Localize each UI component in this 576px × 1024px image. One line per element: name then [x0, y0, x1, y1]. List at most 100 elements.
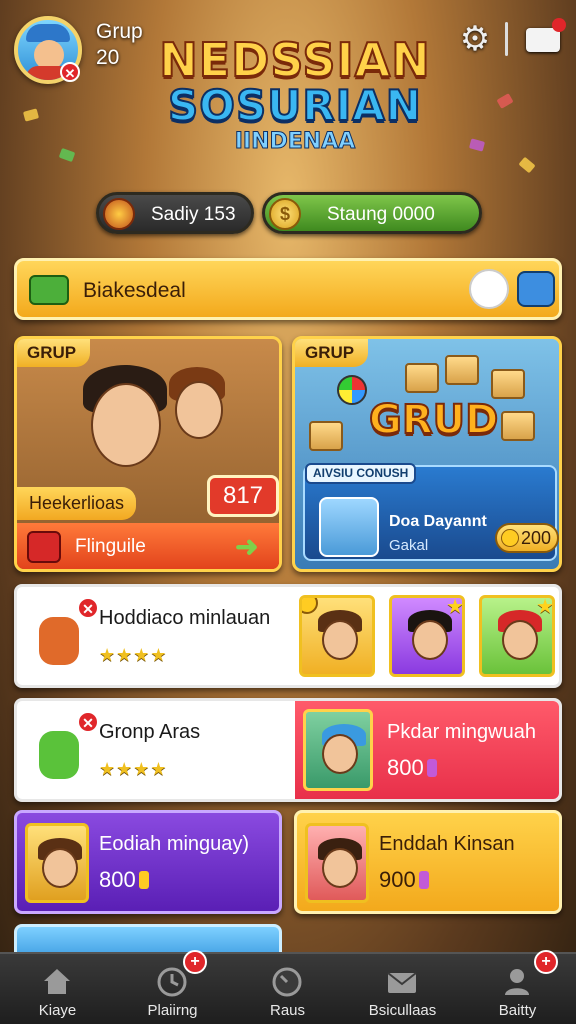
- tile: [405, 363, 439, 393]
- timer-icon: [272, 967, 302, 997]
- coin-counter: 200: [495, 523, 559, 553]
- currency-pill-left[interactable]: Sadiy 153: [96, 192, 254, 234]
- group-number: 20: [96, 46, 120, 69]
- confetti: [22, 108, 40, 122]
- nav-item-profile[interactable]: + Baitty: [460, 950, 575, 1024]
- coin-value: 200: [520, 528, 551, 548]
- portrait-face: [322, 848, 358, 888]
- nav-label: Raus: [269, 1002, 306, 1019]
- deal-banner[interactable]: Biakesdeal: [14, 258, 562, 320]
- bottom-card-purple[interactable]: Eodiah minguay) 800: [14, 810, 282, 914]
- character-portrait[interactable]: ★: [389, 595, 465, 677]
- card-title: Enddah Kinsan: [379, 833, 515, 855]
- potion-icon: [138, 871, 149, 889]
- nav-label: Baitty: [498, 1002, 537, 1019]
- card-footer[interactable]: Flinguile ➜: [17, 523, 279, 569]
- feature-card-heroes[interactable]: GRUP Heekerlioas 817 Flinguile ➜: [14, 336, 282, 572]
- logo-line-3: IINDENAA: [234, 129, 356, 155]
- tile: [491, 369, 525, 399]
- bottom-card-yellow[interactable]: Enddah Kinsan 900: [294, 810, 562, 914]
- row-title: Hoddiaco minlauan: [99, 607, 271, 629]
- player-name: Doa Dayannt: [389, 513, 487, 530]
- nav-label: Bsicullaas: [368, 1002, 437, 1019]
- character-portrait[interactable]: ★: [479, 595, 555, 677]
- list-item[interactable]: ✕ Hoddiaco minlauan ★★★★ ★ ★: [14, 584, 562, 688]
- star-icon: ★: [446, 596, 464, 618]
- card-title: Eodiah minguay): [99, 833, 250, 855]
- clock-icon: [157, 967, 187, 997]
- card-footer-text: Flinguile: [75, 536, 146, 557]
- character-portrait: [305, 823, 369, 903]
- card-label: Heekerlioas: [17, 487, 137, 520]
- arrow-right-icon[interactable]: ➜: [235, 533, 258, 561]
- tile: [501, 411, 535, 441]
- feature-card-grud[interactable]: GRUP GRUD AIVSIU CONUSH Doa Dayannt Gaka…: [292, 336, 562, 572]
- nav-item-raus[interactable]: Raus: [230, 954, 345, 1024]
- logo-line-1: NEDSSIAN: [158, 33, 431, 87]
- hero-face: [91, 383, 161, 467]
- mascot-body: [39, 731, 79, 779]
- star-rating: ★★★★: [99, 645, 168, 665]
- tile: [445, 355, 479, 385]
- currency-right-text: Staung 0000: [327, 204, 435, 225]
- group-label: Grup: [96, 20, 143, 43]
- character-portrait: [303, 709, 373, 791]
- card-value: 900: [379, 867, 416, 892]
- portrait-face: [322, 734, 358, 774]
- globe-coin-icon: [103, 198, 135, 230]
- tile: [309, 421, 343, 451]
- info-badge: AIVSIU CONUSH: [305, 463, 417, 484]
- character-portrait[interactable]: [299, 595, 375, 677]
- currency-left-text: Sadiy 153: [151, 204, 236, 225]
- game-logo: NEDSSIAN SOSURIAN IINDENAA: [150, 33, 440, 156]
- player-subtitle: Gakal: [389, 537, 429, 554]
- card-value: 800: [99, 867, 136, 892]
- player-portrait: [319, 497, 379, 557]
- gear-icon[interactable]: ⚙: [458, 22, 492, 56]
- card-count: 817: [207, 475, 279, 517]
- mascot-body: [39, 617, 79, 665]
- plus-badge-icon: +: [183, 950, 207, 974]
- portrait-face: [42, 848, 78, 888]
- mascot-icon: [469, 269, 509, 309]
- card-value-wrap: 900: [379, 867, 429, 893]
- gold-coin-icon: $: [269, 198, 301, 230]
- card-tag: GRUP: [295, 339, 369, 367]
- currency-pill-right[interactable]: $ Staung 0000: [262, 192, 482, 234]
- offer-value: 800: [387, 755, 437, 781]
- grud-title: GRUD: [368, 396, 499, 444]
- ball-icon: [337, 375, 367, 405]
- close-badge-icon[interactable]: ✕: [77, 597, 99, 619]
- mail-icon: [387, 972, 417, 993]
- offer-value-number: 800: [387, 755, 424, 780]
- confetti: [58, 147, 76, 163]
- portrait-face: [502, 620, 538, 660]
- goblin-mascot-icon: ✕: [27, 711, 99, 787]
- offer-panel[interactable]: Pkdar mingwuah 800: [295, 701, 559, 799]
- coin-icon: [302, 598, 318, 614]
- star-icon: ★: [536, 596, 554, 618]
- nav-label: Plaiirng: [147, 1002, 198, 1019]
- nav-item-messages[interactable]: Bsicullaas: [345, 954, 460, 1024]
- potion-icon: [426, 759, 437, 777]
- nav-item-playing[interactable]: + Plaiirng: [115, 950, 230, 1024]
- star-rating: ★★★★: [99, 759, 168, 779]
- inbox-icon[interactable]: [526, 28, 560, 52]
- profile-icon: [505, 969, 529, 995]
- character-portrait: [25, 823, 89, 903]
- logo-line-2: SOSURIAN: [167, 81, 422, 130]
- confetti: [518, 156, 536, 174]
- close-badge-icon[interactable]: ✕: [60, 62, 80, 82]
- list-item[interactable]: ✕ Gronp Aras ★★★★ Pkdar mingwuah 800: [14, 698, 562, 802]
- confetti: [468, 138, 486, 152]
- plus-badge-icon: +: [534, 950, 558, 974]
- nav-item-home[interactable]: Kiaye: [0, 954, 115, 1024]
- briefcase-icon: [29, 275, 69, 305]
- coin-icon: [501, 529, 519, 547]
- hero-face: [175, 381, 223, 439]
- bottom-nav: Kiaye + Plaiirng Raus Bsicullaas + Baitt…: [0, 950, 576, 1024]
- close-badge-icon[interactable]: ✕: [77, 711, 99, 733]
- card-value-wrap: 800: [99, 867, 149, 893]
- player-info-panel[interactable]: AIVSIU CONUSH Doa Dayannt Gakal 200: [303, 463, 559, 561]
- cart-icon[interactable]: [517, 271, 555, 307]
